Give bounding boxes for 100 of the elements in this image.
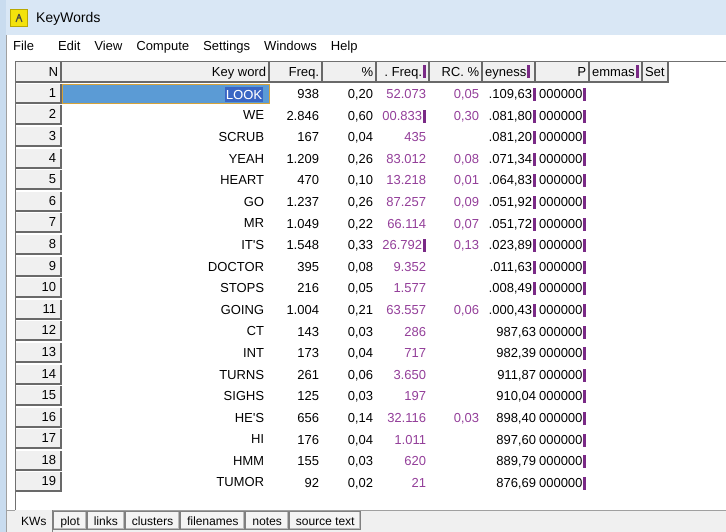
keyword-cell[interactable]: HEART [62, 170, 270, 190]
column-header[interactable]: . Freq. [377, 62, 430, 83]
row-number[interactable]: 16 [16, 408, 62, 428]
keyword-cell[interactable]: GO [62, 192, 270, 212]
table-cell-text: 0,02 [346, 474, 374, 492]
column-header[interactable]: % [323, 62, 377, 83]
table-cell-text: 982,39 [495, 344, 536, 362]
row-number[interactable]: 19 [16, 472, 62, 492]
row-number[interactable]: 4 [16, 148, 62, 169]
keyword-cell[interactable]: SIGHS [62, 386, 270, 406]
keyword-cell[interactable]: HI [62, 429, 270, 450]
table-cell-text: 197 [403, 387, 427, 406]
tab[interactable]: clusters [124, 511, 180, 530]
tab[interactable]: KWs [15, 510, 54, 532]
column-header[interactable]: Set [643, 62, 669, 83]
table-cell-text: 717 [403, 344, 427, 362]
menu-item[interactable]: Compute [136, 36, 190, 56]
keyword-cell[interactable]: GOING [62, 300, 270, 320]
keyword-cell[interactable]: HMM [62, 450, 270, 471]
table-cell: 000000 [536, 256, 590, 276]
table-cell-text: 1.548 [285, 236, 320, 254]
row-number[interactable]: 1 [16, 84, 62, 104]
table-cell-text: 0,20 [346, 85, 374, 104]
keyword-cell[interactable]: HE'S [62, 408, 270, 428]
menu-item[interactable]: Help [330, 36, 358, 56]
keyword-cell[interactable]: WE [62, 105, 270, 126]
keyword-cell[interactable]: TUMOR [62, 472, 270, 492]
table-cell-text: 0,08 [346, 258, 374, 276]
keyword-cell[interactable]: CT [62, 321, 270, 342]
column-header[interactable]: N [16, 62, 62, 83]
table-cell-text: 9.352 [392, 258, 427, 276]
table-cell-text: 898,40 [495, 408, 536, 427]
tab[interactable]: filenames [180, 511, 246, 530]
row-number[interactable]: 3 [16, 126, 62, 147]
keyword-cell[interactable]: DOCTOR [62, 256, 270, 277]
column-header[interactable]: Key word [62, 62, 270, 83]
row-number[interactable]: 9 [16, 256, 62, 277]
row-number[interactable]: 10 [16, 278, 62, 298]
row-number[interactable]: 18 [16, 450, 62, 471]
table-cell-text: 13.218 [385, 171, 427, 190]
keyword-cell[interactable]: TURNS [62, 364, 270, 385]
table-cell-text: 286 [403, 322, 427, 341]
table-cell-text: 92 [304, 474, 320, 492]
menu-item[interactable]: Edit [58, 36, 80, 56]
row-number[interactable]: 6 [16, 192, 62, 212]
table-cell-text: 897,60 [495, 430, 536, 449]
table-cell-text: 910,04 [495, 387, 536, 406]
table-cell: 000000 [536, 364, 590, 384]
table-cell-text: 0,03 [346, 452, 374, 470]
table-cell-text: 987,63 [495, 322, 536, 341]
table-cell-text: 0,26 [346, 150, 374, 168]
row-number[interactable]: 15 [16, 386, 62, 406]
column-header[interactable]: emmas [590, 62, 643, 83]
row-number[interactable]: 14 [16, 364, 62, 385]
row-number[interactable]: 17 [16, 429, 62, 450]
table-cell: 00.833 [377, 106, 430, 126]
table-cell-text: 1.577 [392, 279, 427, 298]
menu-item[interactable]: File [13, 36, 34, 56]
table-cell: 000000 [536, 386, 590, 406]
row-number[interactable]: 11 [16, 300, 62, 320]
table-cell: .064,83 [483, 170, 536, 190]
menu-item[interactable]: View [94, 36, 122, 56]
keyword-cell[interactable]: STOPS [62, 278, 270, 298]
table-cell: .008,49 [483, 278, 536, 298]
row-number[interactable]: 2 [16, 105, 62, 126]
table-cell: .000,43 [483, 300, 536, 320]
column-header[interactable]: P [536, 62, 590, 83]
row-number[interactable]: 8 [16, 234, 62, 255]
tab[interactable]: plot [53, 511, 87, 530]
keyword-cell[interactable]: IT'S [62, 234, 270, 255]
tab[interactable]: links [86, 511, 125, 530]
column-header[interactable]: RC. % [430, 62, 483, 83]
tab[interactable]: source text [288, 511, 362, 530]
table-cell-text: 1.237 [285, 193, 320, 212]
table-cell-text: 1.004 [285, 300, 320, 319]
row-number[interactable]: 13 [16, 342, 62, 363]
table-cell-text: 0,04 [346, 344, 374, 362]
row-number[interactable]: 7 [16, 213, 62, 234]
row-number[interactable]: 12 [16, 321, 62, 342]
table-cell-text: 0,04 [346, 430, 374, 449]
column-header[interactable]: Freq. [270, 62, 323, 83]
table-cell: 0,13 [454, 237, 479, 252]
table-cell-text: 143 [296, 322, 320, 341]
tab[interactable]: notes [245, 511, 289, 530]
keyword-cell[interactable]: INT [62, 342, 270, 363]
table-cell-text: 216 [296, 279, 320, 298]
table-cell: 0,06 [454, 302, 479, 317]
table-cell-text: 125 [296, 387, 320, 406]
table-cell-text: 0,03 [346, 387, 374, 406]
keyword-cell[interactable]: YEAH [62, 148, 270, 169]
menu-item[interactable]: Settings [203, 36, 250, 56]
keyword-cell[interactable]: LOOK [62, 84, 270, 104]
keyword-cell[interactable]: SCRUB [62, 126, 270, 147]
row-number[interactable]: 5 [16, 170, 62, 190]
table-cell: 000000 [536, 408, 590, 428]
keyword-cell[interactable]: MR [62, 213, 270, 234]
table-cell-text: 0,03 [346, 322, 374, 341]
menu-item[interactable]: Windows [264, 36, 317, 56]
column-header[interactable]: eyness [483, 62, 536, 83]
table-cell-text: 167 [296, 128, 320, 146]
